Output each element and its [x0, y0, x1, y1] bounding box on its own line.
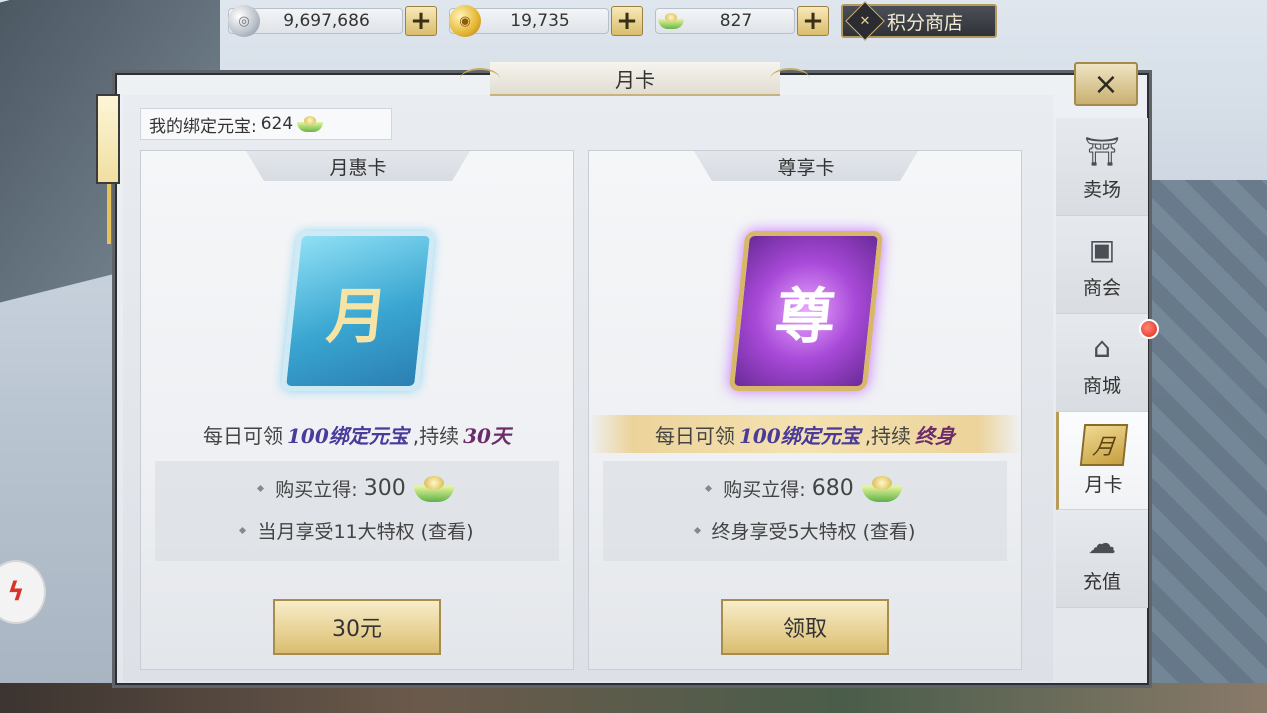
gold-coin-icon: ◉	[449, 5, 481, 37]
desc-amount: 100绑定元宝	[287, 423, 409, 448]
ingot-currency: 827 +	[655, 5, 829, 37]
tab-guild[interactable]: ▣ 商会	[1056, 216, 1148, 314]
ingot-icon	[412, 475, 456, 502]
silver-coin-icon: ◎	[228, 5, 260, 37]
tab-label: 月卡	[1084, 474, 1123, 496]
month-card-icon: 月	[280, 231, 436, 391]
ingot-icon	[297, 116, 324, 132]
add-ingot-button[interactable]: +	[797, 6, 829, 36]
silver-currency: ◎ 9,697,686 +	[228, 5, 437, 37]
tab-label: 卖场	[1082, 179, 1121, 201]
points-shop-label: 积分商店	[887, 11, 964, 34]
instant-reward-value: 680	[811, 476, 854, 501]
lantern-decoration	[96, 94, 122, 254]
bullet-icon	[239, 526, 247, 535]
shop-tabs: ⛩ 卖场 ▣ 商会 ⌂ 商城 月 月卡 ☁ 充值	[1056, 118, 1148, 608]
bullet-icon	[705, 484, 713, 493]
bound-ingot-balance: 我的绑定元宝: 624	[140, 108, 392, 140]
daily-reward-text: 每日可领 100绑定元宝 ,持续 终身	[589, 415, 1021, 453]
privilege-line[interactable]: 当月享受11大特权 (查看)	[155, 517, 559, 544]
privilege-text[interactable]: 当月享受11大特权 (查看)	[257, 517, 473, 544]
tab-label: 商会	[1082, 277, 1121, 299]
ingot-icon	[860, 475, 904, 502]
monthly-discount-card-panel: 月惠卡 月 每日可领 100绑定元宝 ,持续 30天 购买立得: 300 当月享…	[140, 150, 574, 670]
add-silver-button[interactable]: +	[405, 6, 437, 36]
premium-card-image: 尊	[728, 231, 884, 391]
close-button[interactable]: ×	[1074, 62, 1138, 106]
points-shop-button[interactable]: ✕ 积分商店	[841, 1, 997, 41]
desc-prefix: 每日可领	[203, 423, 284, 448]
desc-mid: ,持续	[412, 423, 460, 448]
bullet-icon	[257, 484, 265, 493]
instant-reward-line: 购买立得: 680	[603, 475, 1007, 502]
instant-reward-label: 购买立得:	[275, 479, 358, 501]
card-benefits: 购买立得: 680 终身享受5大特权 (查看)	[603, 461, 1007, 561]
bullet-icon	[693, 526, 701, 535]
netease-logo-icon: ϟ	[7, 577, 25, 607]
daily-reward-text: 每日可领 100绑定元宝 ,持续 30天	[141, 415, 573, 453]
points-shop-icon: ✕	[845, 1, 885, 41]
tab-label: 商城	[1082, 375, 1121, 397]
notification-dot	[1139, 319, 1159, 339]
card-benefits: 购买立得: 300 当月享受11大特权 (查看)	[155, 461, 559, 561]
claim-premium-card-button[interactable]: 领取	[721, 599, 889, 655]
desc-prefix: 每日可领	[654, 423, 735, 448]
currency-bar: ◎ 9,697,686 + ◉ 19,735 + 827 + ✕ 积分商店	[228, 1, 997, 41]
desc-duration: 30天	[463, 423, 511, 448]
premium-card-panel: 尊享卡 尊 每日可领 100绑定元宝 ,持续 终身 购买立得: 680 终身享受…	[588, 150, 1022, 670]
recharge-icon: ☁	[1088, 526, 1116, 560]
month-card-icon: 月	[1079, 424, 1128, 466]
desc-mid: ,持续	[864, 423, 912, 448]
tab-label: 充值	[1082, 571, 1121, 593]
desc-duration: 终身	[915, 423, 956, 448]
desc-amount: 100绑定元宝	[738, 423, 861, 448]
add-gold-button[interactable]: +	[611, 6, 643, 36]
balance-value: 624	[260, 114, 294, 134]
buy-monthly-card-button[interactable]: 30元	[273, 599, 441, 655]
window-title: 月卡	[460, 62, 810, 96]
jade-ingot-icon	[655, 5, 687, 37]
instant-reward-label: 购买立得:	[723, 479, 806, 501]
instant-reward-line: 购买立得: 300	[155, 475, 559, 502]
card-title: 月惠卡	[246, 151, 470, 181]
balance-label: 我的绑定元宝:	[149, 116, 257, 137]
tab-market[interactable]: ⛩ 卖场	[1056, 118, 1148, 216]
privilege-line[interactable]: 终身享受5大特权 (查看)	[603, 517, 1007, 544]
month-card-image: 月	[280, 231, 436, 391]
tab-mall[interactable]: ⌂ 商城	[1056, 314, 1148, 412]
premium-card-icon: 尊	[728, 231, 884, 391]
tab-month-card[interactable]: 月 月卡	[1056, 412, 1148, 510]
privilege-text[interactable]: 终身享受5大特权 (查看)	[712, 517, 916, 544]
instant-reward-value: 300	[363, 476, 406, 501]
gold-currency: ◉ 19,735 +	[449, 5, 643, 37]
card-title: 尊享卡	[694, 151, 918, 181]
guild-icon: ▣	[1088, 232, 1116, 266]
mall-icon: ⌂	[1093, 330, 1111, 364]
tab-recharge[interactable]: ☁ 充值	[1056, 510, 1148, 608]
market-icon: ⛩	[1084, 134, 1120, 168]
